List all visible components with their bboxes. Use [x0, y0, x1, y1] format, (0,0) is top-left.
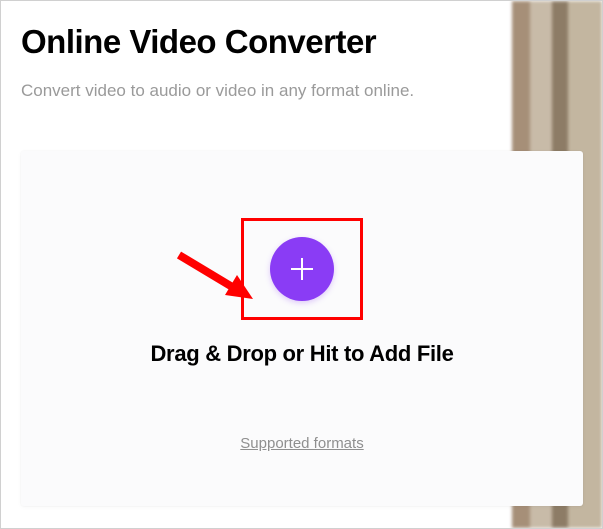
add-file-button[interactable]	[270, 237, 334, 301]
add-button-wrapper	[270, 237, 334, 301]
supported-formats-link[interactable]: Supported formats	[240, 435, 363, 452]
page-title: Online Video Converter	[21, 23, 582, 61]
app-frame: Online Video Converter Convert video to …	[0, 0, 603, 529]
upload-card[interactable]: Drag & Drop or Hit to Add File Supported…	[21, 151, 583, 506]
annotation-arrow-icon	[175, 251, 261, 305]
header: Online Video Converter Convert video to …	[1, 1, 602, 115]
page-subtitle: Convert video to audio or video in any f…	[21, 81, 582, 101]
plus-icon	[287, 254, 317, 284]
drop-instruction-label: Drag & Drop or Hit to Add File	[150, 341, 453, 367]
